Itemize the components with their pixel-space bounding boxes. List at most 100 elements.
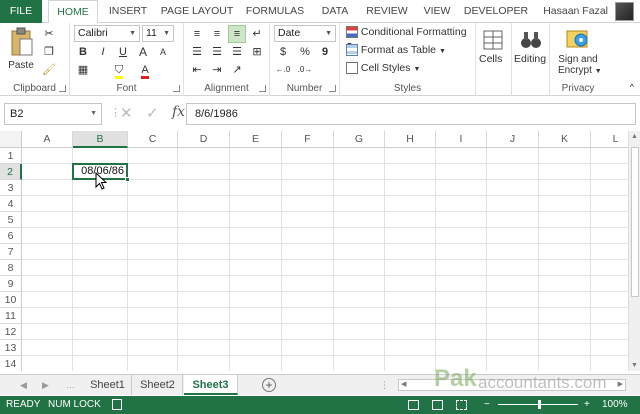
fill-handle[interactable]	[125, 177, 130, 182]
group-editing[interactable]: Editing	[512, 23, 550, 96]
tab-home[interactable]: HOME	[48, 0, 98, 24]
scroll-up-icon[interactable]: ▲	[631, 133, 638, 140]
prev-sheet-icon[interactable]: ◀	[20, 375, 27, 395]
align-middle-button[interactable]: ≡	[208, 25, 226, 43]
normal-view-icon[interactable]	[408, 400, 419, 410]
row-header-7[interactable]: 7	[0, 244, 22, 260]
align-right-button[interactable]: ☰	[228, 43, 246, 61]
scroll-down-icon[interactable]: ▼	[631, 362, 638, 369]
tab-page-layout[interactable]: PAGE LAYOUT	[158, 0, 236, 23]
insert-function-icon[interactable]: fx	[172, 104, 185, 120]
borders-button[interactable]: ▦	[74, 61, 92, 79]
row-header-4[interactable]: 4	[0, 196, 22, 212]
confirm-icon[interactable]: ✓	[146, 104, 159, 122]
row-header-14[interactable]: 14	[0, 356, 22, 371]
cut-button[interactable]: ✂	[40, 25, 58, 43]
copy-button[interactable]: ❐	[40, 43, 58, 61]
wrap-text-button[interactable]: ↵	[248, 25, 266, 43]
row-header-2[interactable]: 2	[0, 164, 22, 180]
row-header-13[interactable]: 13	[0, 340, 22, 356]
shrink-font-button[interactable]: A	[154, 43, 172, 61]
next-sheet-icon[interactable]: ▶	[42, 375, 49, 395]
scroll-right-icon[interactable]: ▶	[618, 380, 623, 390]
tab-formulas[interactable]: FORMULAS	[242, 0, 308, 23]
comma-button[interactable]: 9	[316, 43, 334, 61]
spreadsheet-grid[interactable]: A B C D E F G H I J K L 1 2 3 4 5 6 7 8 9 10 11 12 13 14 08/06/86	[0, 131, 628, 371]
row-header-6[interactable]: 6	[0, 228, 22, 244]
font-launcher-icon[interactable]	[173, 85, 180, 92]
group-cells[interactable]: Cells	[476, 23, 512, 96]
macro-record-icon[interactable]	[112, 399, 122, 410]
sheet-tab-sheet3[interactable]: Sheet3	[184, 375, 238, 395]
percent-button[interactable]: %	[296, 43, 314, 61]
alignment-launcher-icon[interactable]	[259, 85, 266, 92]
column-header-d[interactable]: D	[178, 131, 230, 148]
add-sheet-icon[interactable]: +	[262, 378, 276, 392]
tab-review[interactable]: REVIEW	[362, 0, 412, 23]
increase-decimal-button[interactable]: ←.0	[274, 61, 292, 79]
select-all-corner[interactable]	[0, 131, 22, 148]
row-header-10[interactable]: 10	[0, 292, 22, 308]
zoom-in-icon[interactable]: +	[584, 396, 590, 414]
font-size-select[interactable]: 11 ▼	[142, 25, 174, 42]
fill-color-button[interactable]: ⛉	[110, 61, 128, 79]
tab-insert[interactable]: INSERT	[104, 0, 152, 23]
column-header-h[interactable]: H	[385, 131, 436, 148]
tab-file[interactable]: FILE	[0, 0, 42, 23]
bold-button[interactable]: B	[74, 43, 92, 61]
page-break-view-icon[interactable]	[456, 400, 467, 410]
grow-font-button[interactable]: A	[134, 43, 152, 61]
vertical-scrollbar[interactable]: ▲ ▼	[628, 131, 640, 371]
paste-button[interactable]: Paste	[6, 27, 36, 71]
sign-encrypt-button[interactable]: Sign and Encrypt ▼	[558, 25, 602, 76]
formula-input[interactable]: 8/6/1986	[186, 103, 636, 125]
name-box[interactable]: B2 ▼	[4, 103, 102, 125]
decrease-indent-button[interactable]: ⇤	[188, 61, 206, 79]
tab-developer[interactable]: DEVELOPER	[462, 0, 530, 23]
cell-styles-button[interactable]: Cell Styles ▼	[346, 62, 420, 75]
orientation-button[interactable]: ↗	[228, 61, 246, 79]
column-header-k[interactable]: K	[539, 131, 591, 148]
font-name-select[interactable]: Calibri ▼	[74, 25, 140, 42]
column-header-g[interactable]: G	[334, 131, 385, 148]
italic-button[interactable]: I	[94, 43, 112, 61]
column-header-c[interactable]: C	[128, 131, 178, 148]
font-color-button[interactable]: A	[136, 61, 154, 79]
increase-indent-button[interactable]: ⇥	[208, 61, 226, 79]
align-top-button[interactable]: ≡	[188, 25, 206, 43]
tab-view[interactable]: VIEW	[418, 0, 456, 23]
scroll-left-icon[interactable]: ◀	[401, 380, 406, 390]
column-header-f[interactable]: F	[282, 131, 334, 148]
clipboard-launcher-icon[interactable]	[59, 85, 66, 92]
column-header-i[interactable]: I	[436, 131, 487, 148]
currency-button[interactable]: $	[274, 43, 292, 61]
zoom-out-icon[interactable]: −	[484, 396, 490, 414]
tab-split-icon[interactable]: ⋮	[380, 375, 389, 395]
merge-center-button[interactable]: ⊞	[248, 43, 266, 61]
number-launcher-icon[interactable]	[329, 85, 336, 92]
format-as-table-button[interactable]: Format as Table ▼	[346, 44, 446, 57]
row-header-9[interactable]: 9	[0, 276, 22, 292]
cancel-icon[interactable]: ✕	[120, 104, 133, 122]
format-painter-button[interactable]: 🖌	[40, 61, 58, 79]
more-sheets-icon[interactable]: …	[66, 375, 75, 395]
collapse-ribbon-icon[interactable]: ^	[630, 82, 634, 92]
align-left-button[interactable]: ☰	[188, 43, 206, 61]
column-header-a[interactable]: A	[22, 131, 73, 148]
sheet-tab-sheet1[interactable]: Sheet1	[84, 375, 132, 395]
sheet-tab-sheet2[interactable]: Sheet2	[133, 375, 183, 395]
align-bottom-button[interactable]: ≡	[228, 25, 246, 43]
decrease-decimal-button[interactable]: .0→	[296, 61, 314, 79]
number-format-select[interactable]: Date ▼	[274, 25, 336, 42]
row-header-8[interactable]: 8	[0, 260, 22, 276]
row-header-5[interactable]: 5	[0, 212, 22, 228]
column-header-e[interactable]: E	[230, 131, 282, 148]
avatar[interactable]	[615, 2, 634, 21]
zoom-level[interactable]: 100%	[602, 396, 628, 414]
align-center-button[interactable]: ☰	[208, 43, 226, 61]
column-header-b[interactable]: B	[73, 131, 128, 148]
underline-button[interactable]: U	[114, 43, 132, 61]
tab-data[interactable]: DATA	[314, 0, 356, 23]
row-header-12[interactable]: 12	[0, 324, 22, 340]
row-header-3[interactable]: 3	[0, 180, 22, 196]
